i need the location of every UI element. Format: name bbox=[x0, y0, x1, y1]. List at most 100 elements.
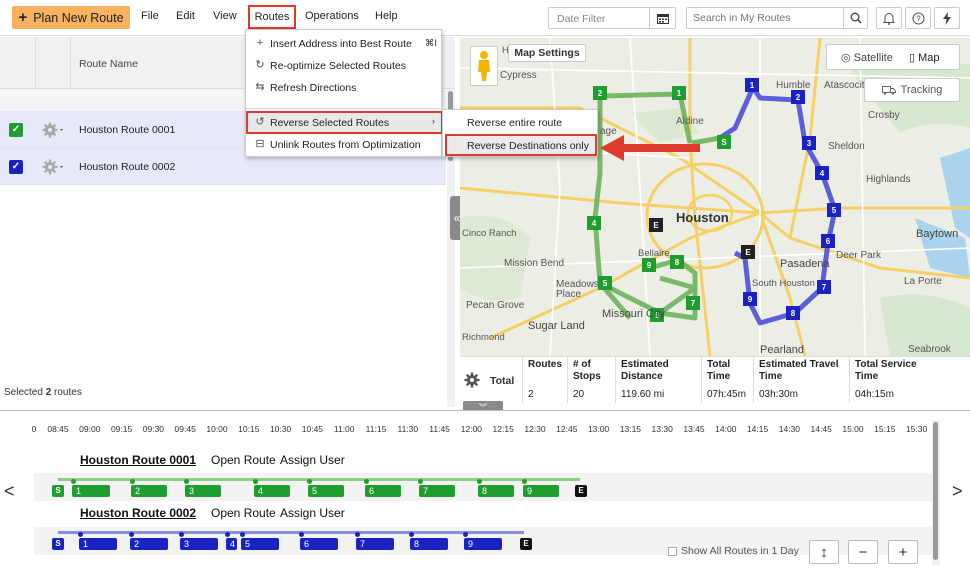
map-stop-marker[interactable]: 8 bbox=[670, 255, 684, 269]
timeline-stop-chip[interactable]: 1 bbox=[79, 538, 117, 550]
map-stop-marker[interactable]: 5 bbox=[827, 203, 841, 217]
timeline-stop-chip[interactable]: 2 bbox=[130, 538, 168, 550]
open-route-link[interactable]: Open Route bbox=[211, 506, 276, 520]
timeline-tick-label: 14:30 bbox=[778, 424, 801, 434]
menu-edit[interactable]: Edit bbox=[176, 10, 195, 22]
menu-file[interactable]: File bbox=[141, 10, 159, 22]
menu-view[interactable]: View bbox=[213, 10, 237, 22]
map-end-marker[interactable]: E bbox=[741, 245, 755, 259]
map-stop-marker[interactable]: 8 bbox=[786, 306, 800, 320]
menu-insert-address[interactable]: + Insert Address into Best Route ⌘I bbox=[246, 33, 443, 55]
map-stop-marker[interactable]: 5 bbox=[598, 276, 612, 290]
map-stop-marker[interactable]: 1 bbox=[672, 86, 686, 100]
map-stop-marker[interactable]: 2 bbox=[791, 90, 805, 104]
scrollbar-thumb[interactable] bbox=[933, 422, 938, 560]
timeline-stop-chip[interactable]: 2 bbox=[131, 485, 167, 497]
plan-new-route-button[interactable]: + Plan New Route bbox=[12, 6, 130, 29]
map-label: Baytown bbox=[916, 228, 959, 240]
timeline-route-title[interactable]: Houston Route 0001 bbox=[80, 453, 196, 467]
menu-operations[interactable]: Operations bbox=[305, 10, 359, 22]
map-stop-marker[interactable]: 1 bbox=[745, 78, 759, 92]
street-view-pegman[interactable] bbox=[470, 46, 498, 86]
timeline-stop-chip[interactable]: 5 bbox=[241, 538, 279, 550]
menu-refresh-directions[interactable]: ⇆ Refresh Directions bbox=[246, 77, 443, 99]
timeline-stop-chip[interactable]: 7 bbox=[419, 485, 455, 497]
calendar-icon[interactable] bbox=[649, 8, 675, 28]
show-all-routes-toggle[interactable]: Show All Routes in 1 Day bbox=[668, 545, 799, 557]
menu-reoptimize[interactable]: ↻ Re-optimize Selected Routes bbox=[246, 55, 443, 77]
timeline-stop-chip[interactable]: 7 bbox=[356, 538, 394, 550]
timeline-route-title[interactable]: Houston Route 0002 bbox=[80, 506, 196, 520]
route-checkbox[interactable]: ✓ bbox=[9, 160, 23, 174]
timeline-next-button[interactable]: > bbox=[952, 481, 963, 502]
timeline-stop-chip[interactable]: 3 bbox=[180, 538, 218, 550]
map-settings-button[interactable]: Map Settings bbox=[508, 44, 586, 62]
search-routes-input[interactable] bbox=[693, 11, 843, 25]
timeline-stop-chip[interactable]: 6 bbox=[365, 485, 401, 497]
submenu-reverse-destinations-only[interactable]: Reverse Destinations only bbox=[445, 134, 597, 156]
timeline-start-chip[interactable]: S bbox=[52, 485, 64, 497]
map-stop-marker[interactable]: S bbox=[717, 135, 731, 149]
menu-reverse-selected-routes[interactable]: ↺ Reverse Selected Routes › bbox=[246, 111, 443, 134]
timeline-prev-button[interactable]: < bbox=[4, 481, 15, 502]
svg-text:4: 4 bbox=[592, 219, 597, 228]
open-route-link[interactable]: Open Route bbox=[211, 453, 276, 467]
lightning-icon[interactable] bbox=[934, 7, 960, 29]
assign-user-link[interactable]: Assign User bbox=[280, 453, 345, 467]
map-stop-marker[interactable]: 3 bbox=[802, 136, 816, 150]
help-icon[interactable]: ? bbox=[905, 7, 931, 29]
timeline-end-chip[interactable]: E bbox=[575, 485, 587, 497]
timeline-stop-chip[interactable]: 8 bbox=[410, 538, 448, 550]
map-stop-marker[interactable]: 4 bbox=[587, 216, 601, 230]
bell-icon[interactable] bbox=[876, 7, 902, 29]
submenu-reverse-entire-route[interactable]: Reverse entire route bbox=[443, 112, 599, 133]
timeline-stop-chip[interactable]: 4 bbox=[254, 485, 290, 497]
route-checkbox[interactable]: ✓ bbox=[9, 123, 23, 137]
timeline-stop-chip[interactable]: 4 bbox=[226, 538, 237, 550]
map-label: Crosby bbox=[868, 110, 900, 121]
timeline-stop-chip[interactable]: 1 bbox=[72, 485, 110, 497]
map-stop-marker[interactable]: 6 bbox=[821, 234, 835, 248]
row-gear-icon[interactable] bbox=[42, 159, 66, 175]
timeline-start-chip[interactable]: S bbox=[52, 538, 64, 550]
satellite-button[interactable]: ◎ Satellite bbox=[841, 51, 893, 64]
map-stop-marker[interactable]: 9 bbox=[642, 258, 656, 272]
totals-header: Estimated Distance bbox=[615, 357, 702, 387]
map-stop-marker[interactable]: 4 bbox=[815, 166, 829, 180]
timeline-tick-label: 15:15 bbox=[874, 424, 896, 434]
assign-user-link[interactable]: Assign User bbox=[280, 506, 345, 520]
show-all-checkbox[interactable] bbox=[668, 546, 677, 556]
menu-help[interactable]: Help bbox=[375, 10, 398, 22]
row-gear-icon[interactable] bbox=[42, 122, 66, 138]
timeline-stop-dot bbox=[184, 479, 189, 484]
map-stop-marker[interactable]: 7 bbox=[686, 296, 700, 310]
timeline-stop-chip[interactable]: 5 bbox=[308, 485, 344, 497]
map-stop-marker[interactable]: 9 bbox=[743, 292, 757, 306]
plan-new-route-label: Plan New Route bbox=[33, 10, 124, 25]
search-routes-field[interactable] bbox=[686, 7, 868, 29]
tracking-button[interactable]: Tracking bbox=[864, 78, 960, 102]
svg-text:5: 5 bbox=[603, 279, 608, 288]
zoom-out-button[interactable]: − bbox=[848, 540, 878, 564]
timeline-stop-chip[interactable]: 9 bbox=[464, 538, 502, 550]
timeline-stop-chip[interactable]: 6 bbox=[300, 538, 338, 550]
map-stop-marker[interactable]: 7 bbox=[817, 280, 831, 294]
date-filter-input[interactable]: Date Filter bbox=[548, 7, 676, 29]
zoom-in-button[interactable]: + bbox=[888, 540, 918, 564]
map-end-marker[interactable]: E bbox=[649, 218, 663, 232]
search-icon[interactable] bbox=[843, 8, 867, 28]
timeline-stop-dot bbox=[240, 532, 245, 537]
column-route-name[interactable]: Route Name bbox=[79, 58, 138, 70]
expand-rows-button[interactable]: ↕ bbox=[809, 540, 839, 564]
timeline-stop-chip[interactable]: 3 bbox=[185, 485, 221, 497]
timeline-scrollbar[interactable] bbox=[932, 420, 940, 565]
totals-gear-icon[interactable] bbox=[464, 372, 480, 388]
menu-unlink-routes[interactable]: ⊟ Unlink Routes from Optimization bbox=[246, 134, 443, 156]
timeline-stop-chip[interactable]: 9 bbox=[523, 485, 559, 497]
map-stop-marker[interactable]: 2 bbox=[593, 86, 607, 100]
timeline-stop-dot bbox=[253, 479, 258, 484]
timeline-stop-chip[interactable]: 8 bbox=[478, 485, 514, 497]
map-button[interactable]: ▯ Map bbox=[909, 51, 940, 64]
menu-routes[interactable]: Routes bbox=[248, 5, 296, 29]
timeline-end-chip[interactable]: E bbox=[520, 538, 532, 550]
